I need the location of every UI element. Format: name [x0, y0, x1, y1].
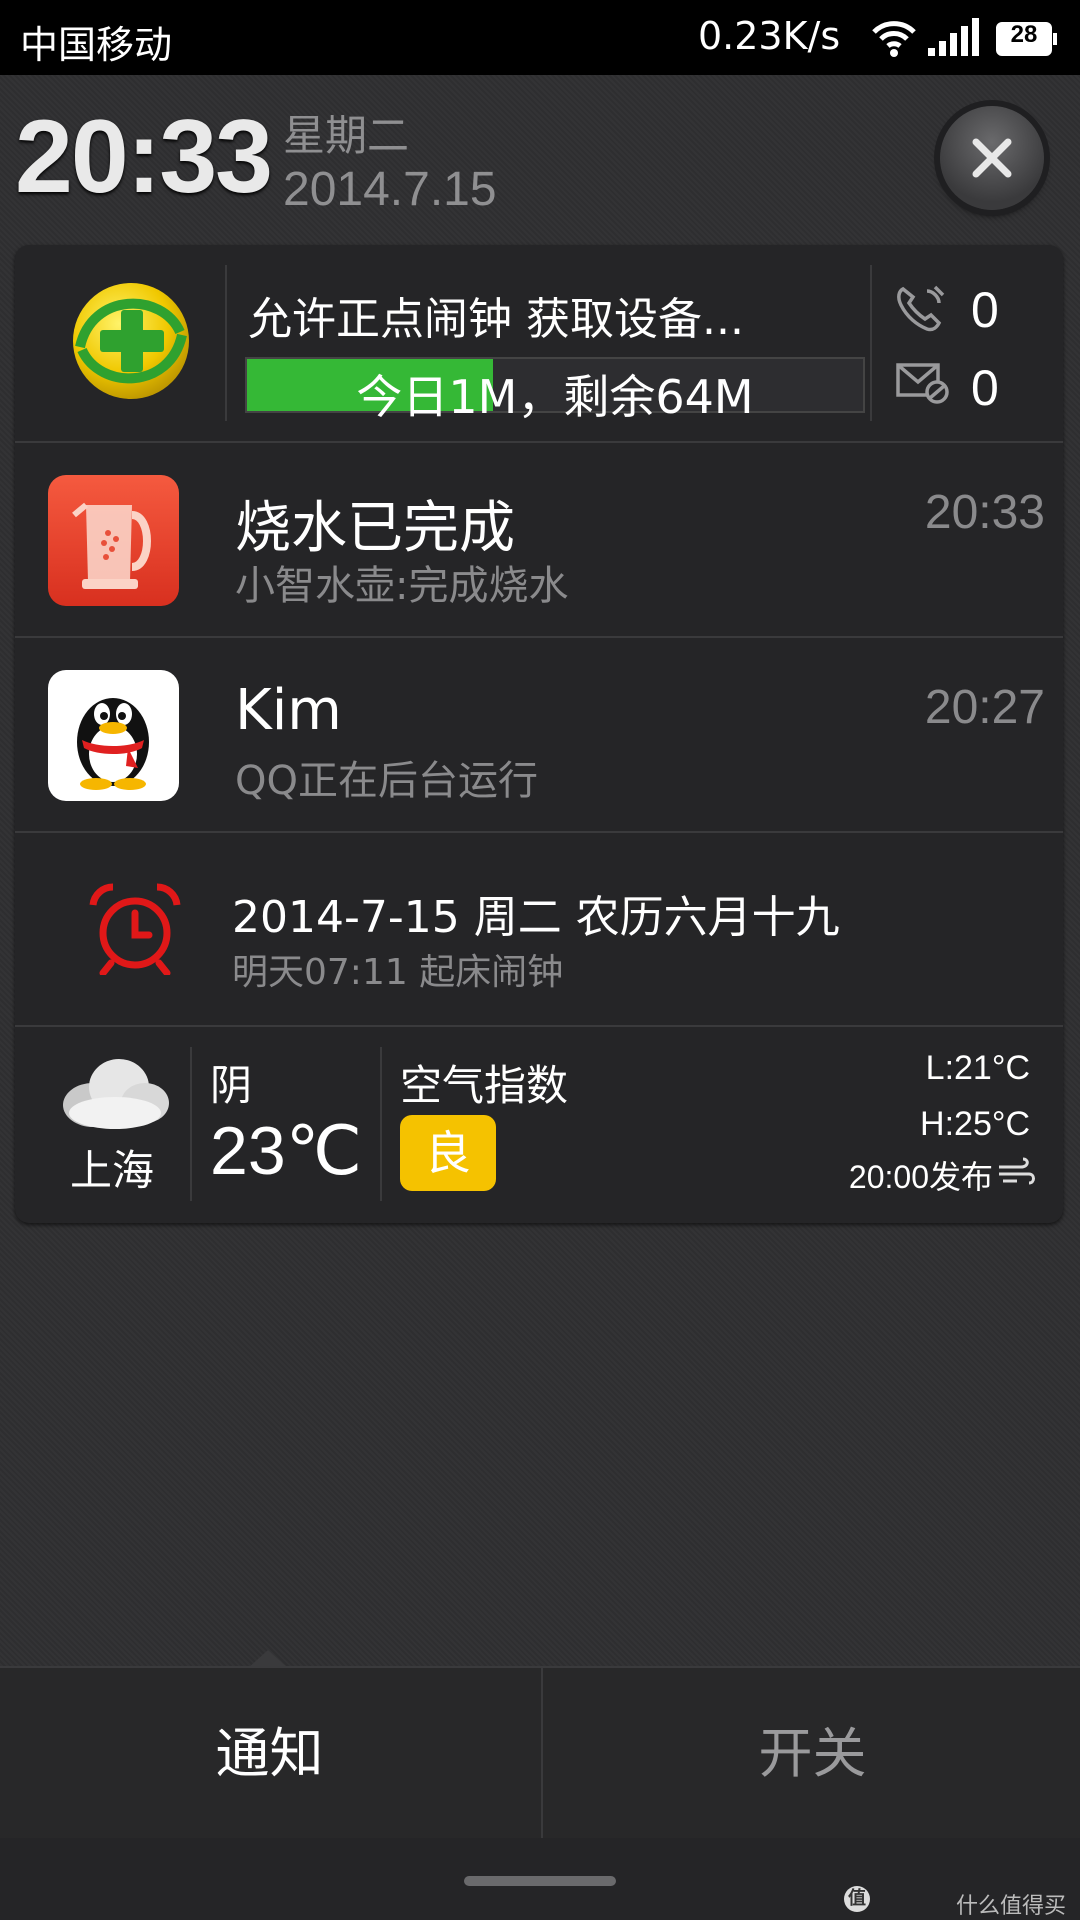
watermark-logo-icon: 值: [844, 1886, 870, 1912]
tab-bar: 通知 开关: [0, 1666, 1080, 1840]
header-date: 2014.7.15: [283, 163, 497, 216]
notification-title: 烧水已完成: [235, 496, 515, 561]
signal-icon: [928, 18, 979, 56]
tab-toggles[interactable]: 开关: [541, 1668, 1080, 1840]
wind-icon: [999, 1157, 1035, 1185]
tab-notifications[interactable]: 通知: [0, 1668, 539, 1840]
header-weekday: 星期二: [283, 111, 410, 160]
temp-high: H:25°C: [920, 1105, 1030, 1143]
alarm-text: 明天07:11 起床闹钟: [232, 952, 564, 993]
security-360-icon: [73, 283, 189, 399]
notification-time: 20:33: [924, 486, 1045, 539]
traffic-title: 允许正点闹钟 获取设备...: [248, 294, 744, 345]
publish-time: 20:00发布: [848, 1159, 993, 1195]
divider: [380, 1047, 382, 1201]
weather-widget[interactable]: 上海 阴 23℃ 空气指数 良 L:21°C H:25°C 20:00发布: [15, 1025, 1063, 1223]
close-icon: [972, 138, 1012, 178]
watermark: 什么值得买: [955, 1894, 1066, 1919]
missed-calls-count: 0: [971, 282, 999, 338]
notification-item-kettle[interactable]: 烧水已完成 小智水壶:完成烧水 20:33: [15, 441, 1063, 638]
temp-low: L:21°C: [925, 1049, 1030, 1087]
status-bar: 中国移动 0.23K/s 28: [0, 0, 1080, 75]
weather-condition: 阴: [210, 1061, 253, 1110]
divider: [190, 1047, 192, 1201]
notification-text: 小智水壶:完成烧水: [235, 563, 569, 609]
weather-city: 上海: [70, 1146, 155, 1195]
carrier-name: 中国移动: [20, 23, 173, 67]
usage-text: 今日1M，剩余64M: [356, 370, 754, 424]
notification-title: Kim: [235, 678, 342, 743]
header-clock: 20:33: [15, 99, 273, 215]
usage-bar: 今日1M，剩余64M: [245, 357, 865, 424]
message-blocked-icon: [896, 363, 949, 404]
network-speed: 0.23K/s: [698, 14, 841, 58]
wifi-icon: [872, 21, 916, 57]
calendar-date: 2014-7-15 周二 农历六月十九: [232, 892, 840, 943]
phone-call-icon: [897, 283, 945, 332]
notification-item-qq[interactable]: Kim QQ正在后台运行 20:27: [15, 636, 1063, 833]
battery-level: 28: [1010, 21, 1038, 48]
kettle-app-icon: [48, 475, 179, 606]
close-button[interactable]: [940, 106, 1044, 210]
calendar-alarm-item[interactable]: 2014-7-15 周二 农历六月十九 明天07:11 起床闹钟: [15, 831, 1063, 1027]
aqi-label: 空气指数: [400, 1061, 569, 1110]
alarm-clock-icon: [89, 883, 181, 975]
drag-handle[interactable]: [464, 1876, 616, 1886]
notification-text: QQ正在后台运行: [235, 758, 538, 804]
blocked-messages-count: 0: [971, 360, 999, 416]
notification-time: 20:27: [924, 681, 1045, 734]
battery-icon: 28: [996, 21, 1057, 56]
qq-penguin-icon: [48, 670, 179, 801]
notification-card: 允许正点闹钟 获取设备... 今日1M，剩余64M 0 0 烧水已完成 小智水壶…: [15, 245, 1063, 1223]
aqi-badge: 良: [400, 1115, 496, 1191]
divider: [225, 265, 227, 421]
cloudy-weather-icon: [63, 1059, 169, 1129]
traffic-widget[interactable]: 允许正点闹钟 获取设备... 今日1M，剩余64M 0 0: [15, 245, 1063, 441]
weather-temperature: 23℃: [210, 1113, 363, 1189]
divider: [870, 265, 872, 421]
